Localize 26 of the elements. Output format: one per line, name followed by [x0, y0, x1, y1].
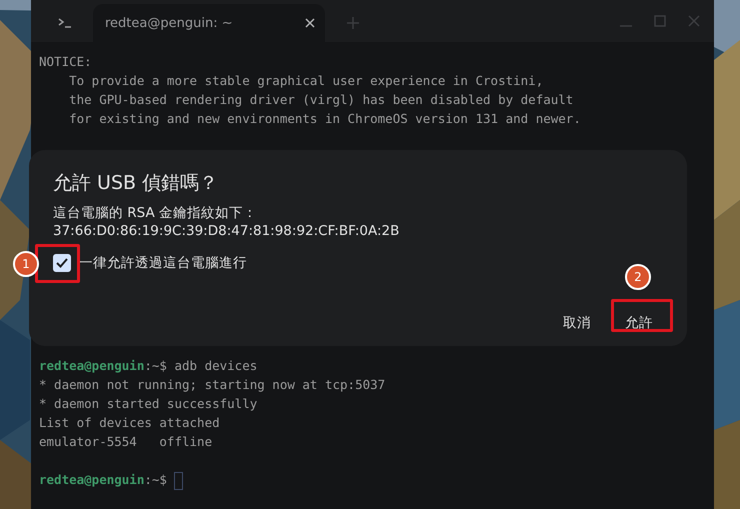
- step-marker: 2: [625, 264, 651, 290]
- highlight-frame: [611, 299, 673, 332]
- dialog-title: 允許 USB 偵錯嗎？: [53, 171, 220, 196]
- dialog-button[interactable]: 取消: [553, 308, 601, 338]
- command-text: adb devices: [173, 358, 258, 373]
- terminal-line: * daemon not running; starting now at tcp:5037: [39, 376, 386, 394]
- prompt-user: redtea@penguin: [39, 472, 144, 487]
- prompt-path: :~$: [144, 358, 167, 373]
- dialog-message: 這台電腦的 RSA 金鑰指紋如下：: [53, 204, 258, 222]
- checkbox[interactable]: [53, 254, 71, 272]
- prompt-user: redtea@penguin: [39, 358, 144, 373]
- maximize-icon[interactable]: [654, 15, 666, 27]
- terminal-line: List of devices attached: [39, 414, 221, 432]
- terminal-line: for existing and new environments in ChromeOS version 131 and newer.: [68, 110, 582, 128]
- close-icon[interactable]: [305, 18, 315, 28]
- terminal-line: To provide a more stable graphical user experience in Crostini,: [68, 72, 544, 90]
- terminal-line: emulator-5554 offline: [39, 433, 214, 451]
- prompt-path: :~$: [144, 472, 167, 487]
- plus-icon[interactable]: [347, 17, 359, 29]
- terminal-line: NOTICE:: [39, 53, 93, 71]
- terminal-line: the GPU-based rendering driver (virgl) has been disabled by default: [68, 91, 574, 109]
- terminal-line: * daemon started successfully: [39, 395, 258, 413]
- terminal-icon[interactable]: [58, 18, 72, 28]
- fingerprint-text: 37:66:D0:86:19:9C:39:D8:47:81:98:92:CF:BF:0A:2B: [53, 222, 400, 240]
- terminal-tab[interactable]: redtea@penguin: ~: [93, 4, 325, 42]
- dialog-button[interactable]: 允許: [615, 308, 663, 338]
